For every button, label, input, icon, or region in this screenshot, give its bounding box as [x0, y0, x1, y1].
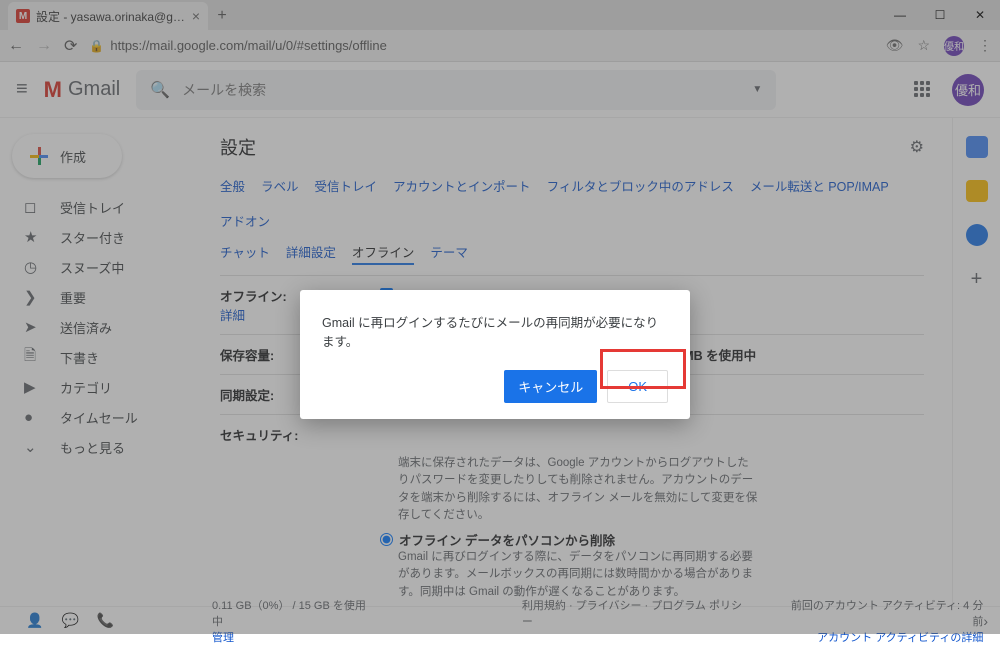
dialog-cancel-button[interactable]: キャンセル: [504, 370, 597, 403]
ok-button-highlight: [600, 349, 686, 389]
dialog-message: Gmail に再ログインするたびにメールの再同期が必要になります。: [322, 312, 668, 350]
